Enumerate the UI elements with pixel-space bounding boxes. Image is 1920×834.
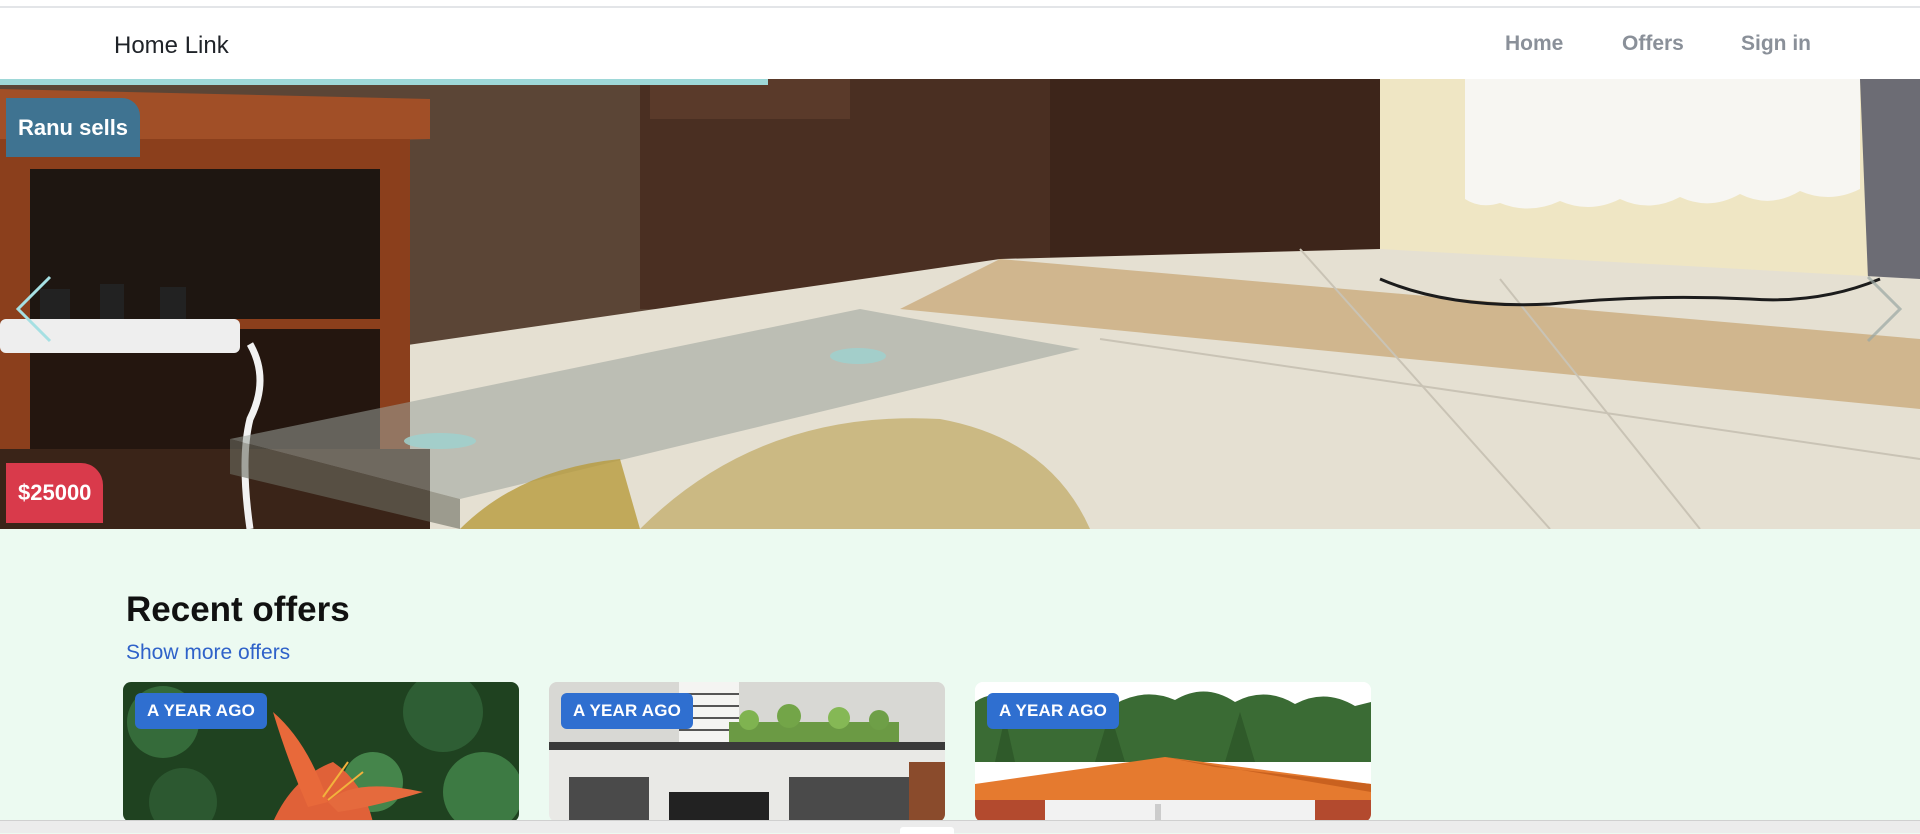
offer-card[interactable]: A YEAR AGO xyxy=(975,682,1371,822)
chevron-left-icon xyxy=(15,275,52,343)
browser-top-edge xyxy=(0,0,1920,8)
seller-tag: Ranu sells xyxy=(6,98,141,157)
show-more-offers-link[interactable]: Show more offers xyxy=(126,641,290,665)
price-tag: $25000 xyxy=(6,463,104,523)
nav-offers-link[interactable]: Offers xyxy=(1622,32,1684,56)
hero-carousel: Ranu sells $25000 xyxy=(0,79,1920,529)
offer-card[interactable]: A YEAR AGO xyxy=(123,682,519,822)
card-age-badge: A YEAR AGO xyxy=(135,693,268,729)
slide-progress-fill xyxy=(0,79,768,85)
slide-progress-track xyxy=(0,79,1920,85)
hero-image xyxy=(0,79,1920,529)
brand-link[interactable]: Home Link xyxy=(114,32,229,60)
chevron-right-icon xyxy=(1866,275,1903,343)
card-age-badge: A YEAR AGO xyxy=(987,693,1120,729)
card-age-badge: A YEAR AGO xyxy=(561,693,694,729)
offer-card[interactable]: A YEAR AGO xyxy=(549,682,945,822)
carousel-prev-button[interactable] xyxy=(12,269,62,349)
navbar: Home Link Home Offers Sign in xyxy=(0,8,1920,79)
browser-bottom-bar xyxy=(0,820,1920,834)
nav-sign-in-link[interactable]: Sign in xyxy=(1741,32,1811,56)
carousel-next-button[interactable] xyxy=(1858,269,1908,349)
recent-offers-title: Recent offers xyxy=(126,590,350,629)
nav-home-link[interactable]: Home xyxy=(1505,32,1563,56)
